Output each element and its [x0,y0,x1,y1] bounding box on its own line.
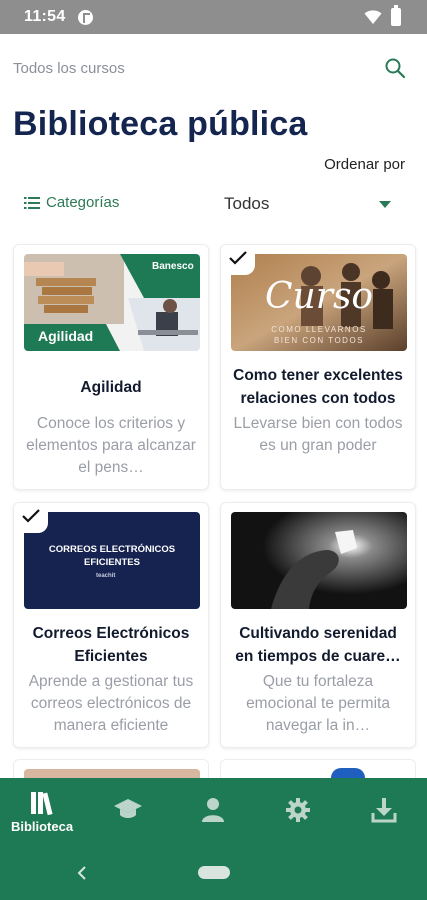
completed-badge [221,245,255,275]
search-icon[interactable] [383,56,407,80]
back-icon[interactable] [76,864,88,882]
course-title: Agilidad [80,378,142,396]
top-app-bar: Todos los cursos [0,34,427,100]
course-thumbnail: Curso COMO LLEVARNOS BIEN CON TODOS [231,254,407,351]
categories-label: Categorías [46,194,120,211]
home-pill[interactable] [198,866,230,879]
system-navigation-bar [0,848,427,900]
bottom-navigation: Biblioteca [0,778,427,848]
course-title: Correos Electrónicos Eficientes [32,625,190,665]
teachit-logo: teachit [96,573,116,579]
banesco-logo: Banesco [152,261,194,272]
list-icon [24,196,40,209]
check-icon [229,251,247,265]
nav-item-library[interactable]: Biblioteca [0,778,84,848]
course-title: Cultivando serenidad en tiempos de cuare… [235,625,401,665]
download-icon [371,798,397,823]
sort-by-button[interactable]: Ordenar por [324,156,405,173]
course-thumbnail [231,512,407,609]
wifi-icon [364,10,382,24]
nav-item-profile[interactable] [171,778,255,848]
course-description: Que tu fortaleza emocional te permita na… [246,673,390,734]
person-icon [202,798,224,822]
nav-item-courses[interactable] [86,778,170,848]
filter-selected-value: Todos [224,194,270,213]
course-card[interactable]: Curso COMO LLEVARNOS BIEN CON TODOS Como… [220,244,416,490]
course-description: LLevarse bien con todos es un gran poder [233,415,403,454]
course-card[interactable]: CORREOS ELECTRÓNICOS EFICIENTES teachit … [13,502,209,748]
course-description: Conoce los criterios y elementos para al… [26,415,196,476]
thumbnail-subtext: COMO LLEVARNOS BIEN CON TODOS [271,325,367,345]
gear-icon [286,798,310,822]
course-card[interactable]: Cultivando serenidad en tiempos de cuare… [220,502,416,748]
all-courses-title[interactable]: Todos los cursos [13,60,125,77]
pocket-casts-icon [78,10,93,25]
course-card[interactable]: Agilidad Banesco Agilidad Conoce los cri… [13,244,209,490]
thumbnail-text: Agilidad [38,328,94,344]
thumbnail-text: CORREOS ELECTRÓNICOS EFICIENTES [48,544,176,568]
check-icon [22,509,40,523]
thumbnail-text: Curso [265,276,374,317]
page-title: Biblioteca pública [13,105,308,143]
course-description: Aprende a gestionar tus correos electrón… [28,673,194,734]
battery-icon [391,5,401,26]
status-time: 11:54 [24,8,66,25]
nav-item-settings[interactable] [256,778,340,848]
nav-item-label: Biblioteca [10,819,74,834]
filter-dropdown[interactable]: Todos [224,193,394,215]
nav-item-downloads[interactable] [342,778,426,848]
categories-button[interactable]: Categorías [24,194,119,211]
status-bar: 11:54 [0,0,427,34]
caret-down-icon [379,201,391,208]
completed-badge [14,503,48,533]
course-title: Como tener excelentes relaciones con tod… [233,367,403,407]
library-icon [31,792,53,816]
course-thumbnail: Agilidad Banesco [24,254,200,351]
graduation-cap-icon [114,799,142,818]
course-thumbnail: CORREOS ELECTRÓNICOS EFICIENTES teachit [24,512,200,609]
